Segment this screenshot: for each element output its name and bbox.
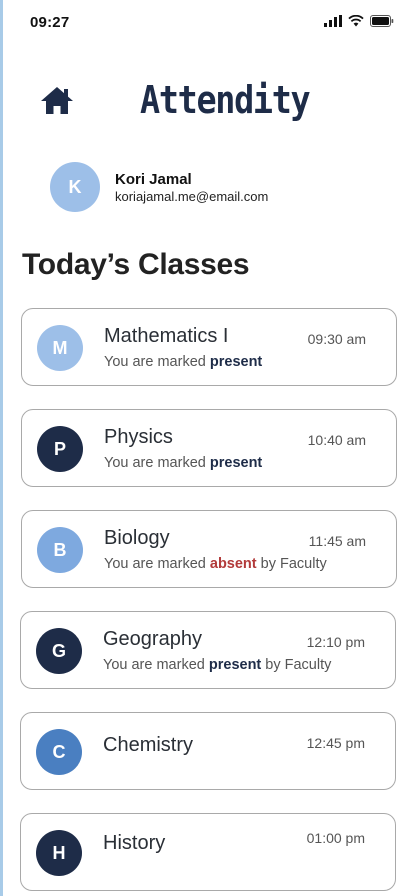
section-title: Today’s Classes (22, 248, 250, 281)
class-name: Biology (104, 527, 170, 549)
status-time: 09:27 (30, 14, 70, 31)
class-initial-badge: P (37, 426, 83, 472)
left-edge-bar (0, 0, 3, 896)
status-suffix: by Faculty (261, 657, 332, 673)
wifi-icon (348, 15, 364, 27)
class-card-geography[interactable]: G Geography 12:10 pm You are marked pres… (20, 611, 396, 689)
class-name: Geography (103, 628, 202, 650)
signal-icon (324, 15, 342, 27)
status-prefix: You are marked (104, 455, 210, 471)
attendance-status: You are marked absent by Faculty (104, 556, 327, 572)
user-email: koriajamal.me@email.com (115, 189, 269, 204)
class-initial-badge: M (37, 325, 83, 371)
class-time: 11:45 am (308, 533, 366, 549)
class-initial-badge: C (36, 729, 82, 775)
class-card-history[interactable]: H History 01:00 pm (20, 813, 396, 891)
status-bar: 09:27 (0, 0, 414, 44)
class-card-chemistry[interactable]: C Chemistry 12:45 pm (20, 712, 396, 790)
home-icon (41, 87, 73, 114)
status-value: present (209, 354, 263, 370)
class-initial-badge: H (36, 830, 82, 876)
class-name: Chemistry (103, 734, 194, 756)
class-card-mathematics[interactable]: M Mathematics I 09:30 am You are marked … (21, 308, 397, 386)
attendance-status: You are marked present by Faculty (103, 657, 331, 673)
class-time: 01:00 pm (306, 830, 365, 846)
class-name: Mathematics I (104, 325, 229, 347)
attendance-status: You are marked present (104, 455, 262, 471)
user-name: Kori Jamal (115, 171, 192, 188)
user-avatar: K (50, 162, 100, 212)
class-card-physics[interactable]: P Physics 10:40 am You are marked presen… (21, 409, 397, 487)
attendance-status: You are marked present (104, 354, 262, 370)
status-prefix: You are marked (104, 556, 210, 572)
class-card-biology[interactable]: B Biology 11:45 am You are marked absent… (21, 510, 397, 588)
status-value: present (209, 455, 263, 471)
status-value: present (208, 657, 262, 673)
status-value: absent (209, 556, 257, 572)
class-initial-badge: B (37, 527, 83, 573)
class-time: 12:10 pm (306, 634, 365, 650)
class-name: History (103, 832, 166, 854)
status-icons (324, 15, 394, 27)
class-time: 10:40 am (307, 432, 366, 448)
battery-icon (370, 15, 394, 27)
status-prefix: You are marked (104, 354, 210, 370)
class-name: Physics (104, 426, 173, 448)
home-button[interactable] (38, 84, 76, 118)
app-title: Attendity (140, 78, 311, 122)
class-time: 09:30 am (307, 331, 366, 347)
class-initial-badge: G (36, 628, 82, 674)
status-suffix: by Faculty (256, 556, 327, 572)
class-time: 12:45 pm (306, 735, 365, 751)
status-prefix: You are marked (103, 657, 209, 673)
